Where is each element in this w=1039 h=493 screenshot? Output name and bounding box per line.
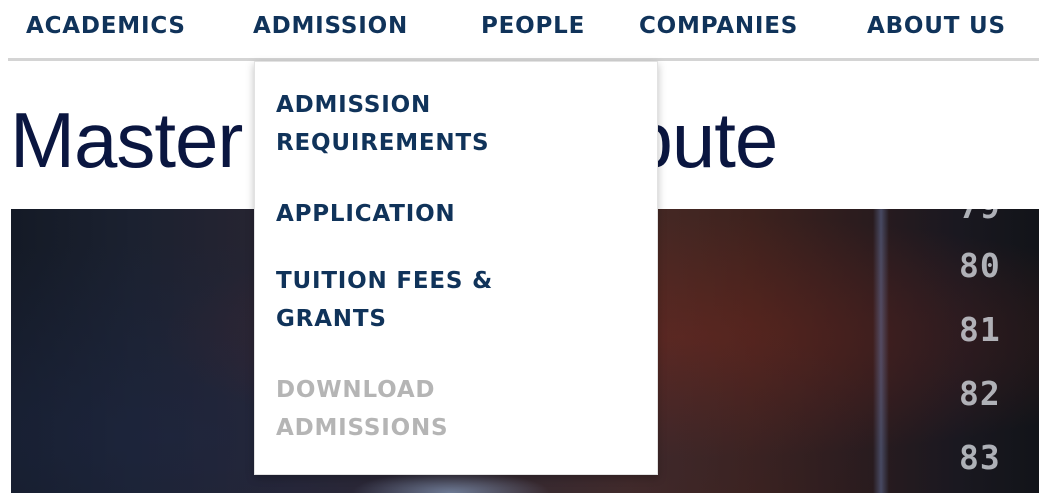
nav-item-admission[interactable]: ADMISSION [253,6,408,46]
nav-item-about-us[interactable]: ABOUT US [867,6,1006,46]
admission-dropdown-menu: ADMISSION REQUIREMENTS APPLICATION TUITI… [254,61,658,475]
nav-item-academics[interactable]: ACADEMICS [26,6,186,46]
code-line-number: 82 [959,374,1001,413]
code-line-number: 79 [959,209,1001,226]
page-title-left: Master [10,96,243,184]
menu-item-application[interactable]: APPLICATION [276,195,455,233]
menu-item-tuition-fees-grants[interactable]: TUITION FEES & GRANTS [276,262,493,338]
code-line-number: 80 [959,246,1001,285]
menu-item-label-line: REQUIREMENTS [276,130,490,156]
code-line-number: 81 [959,310,1001,349]
hero-light-column [873,209,889,493]
nav-item-companies[interactable]: COMPANIES [639,6,798,46]
menu-item-label-line: ADMISSIONS [276,415,449,441]
menu-item-label-line: DOWNLOAD [276,377,436,403]
menu-item-label-line: TUITION FEES & [276,268,493,294]
menu-item-download-admissions[interactable]: DOWNLOAD ADMISSIONS [276,371,448,447]
top-nav: ACADEMICS ADMISSION PEOPLE COMPANIES ABO… [0,0,1039,58]
nav-item-people[interactable]: PEOPLE [481,6,585,46]
code-line-number: 83 [959,438,1001,477]
menu-item-label-line: GRANTS [276,306,387,332]
page: ACADEMICS ADMISSION PEOPLE COMPANIES ABO… [0,0,1039,493]
menu-item-label-line: ADMISSION [276,92,431,118]
menu-item-admission-requirements[interactable]: ADMISSION REQUIREMENTS [276,86,489,162]
menu-item-label-line: APPLICATION [276,201,456,227]
